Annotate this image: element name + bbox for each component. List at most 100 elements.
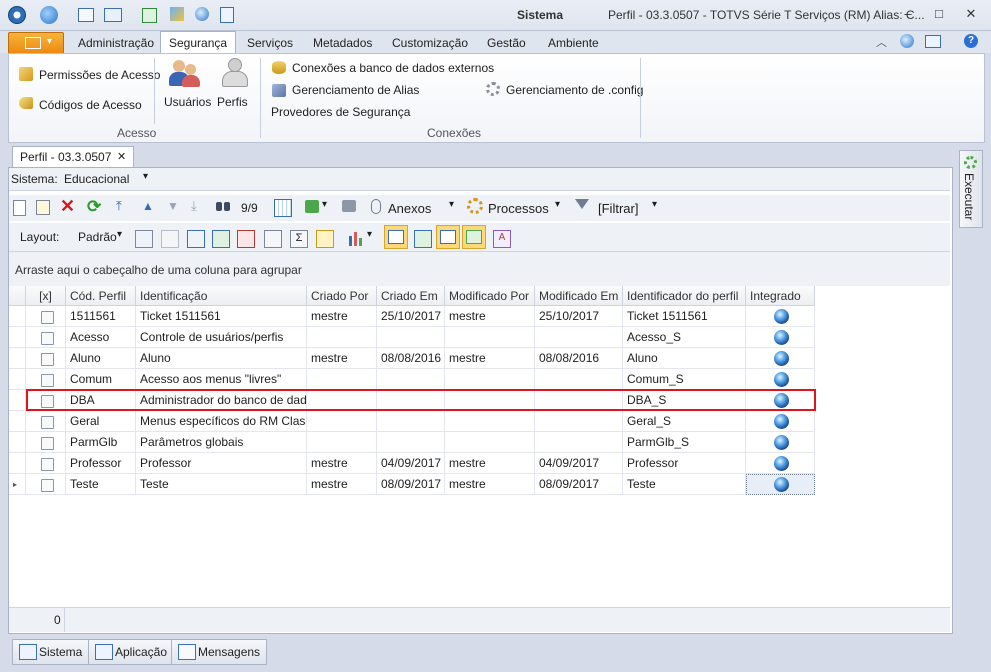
col-header-criado-em[interactable]: Criado Em bbox=[377, 286, 445, 306]
cell-criado-por[interactable]: mestre bbox=[307, 306, 377, 327]
cell-modificado-em[interactable] bbox=[535, 411, 623, 432]
cell-modificado-por[interactable] bbox=[445, 327, 535, 348]
web-icon[interactable] bbox=[900, 34, 914, 48]
chart-icon[interactable] bbox=[348, 230, 364, 246]
cell-identificador-perfil[interactable]: Teste bbox=[623, 474, 746, 495]
layout-select[interactable]: Padrão bbox=[78, 230, 117, 244]
app-menu-button[interactable]: ▾ bbox=[8, 32, 64, 54]
layout-delete-icon[interactable] bbox=[161, 230, 179, 248]
cell-modificado-por[interactable]: mestre bbox=[445, 348, 535, 369]
chevron-down-icon[interactable]: ▾ bbox=[143, 171, 148, 182]
cell-cod-perfil[interactable]: Geral bbox=[66, 411, 136, 432]
edit-icon[interactable] bbox=[36, 200, 50, 215]
calendar-grid-icon[interactable] bbox=[274, 199, 292, 217]
doc-tab-close-button[interactable]: ✕ bbox=[117, 150, 126, 163]
cell-criado-por[interactable]: mestre bbox=[307, 348, 377, 369]
last-record-icon[interactable]: ⤓ bbox=[191, 198, 207, 214]
web-icon[interactable] bbox=[195, 7, 209, 21]
sort-icon[interactable] bbox=[264, 230, 282, 248]
cell-modificado-em[interactable]: 04/09/2017 bbox=[535, 453, 623, 474]
view-grid-toggle[interactable] bbox=[384, 225, 408, 249]
usuarios-button[interactable]: Usuários bbox=[164, 95, 211, 109]
minimize-button[interactable]: – bbox=[898, 6, 918, 24]
cell-modificado-por[interactable] bbox=[445, 411, 535, 432]
tab-gestao[interactable]: Gestão bbox=[479, 33, 534, 53]
gerenciamento-config-button[interactable]: Gerenciamento de .config bbox=[506, 83, 643, 97]
cell-cod-perfil[interactable]: 1511561 bbox=[66, 306, 136, 327]
tab-seguranca[interactable]: Segurança bbox=[160, 31, 237, 54]
tab-servicos[interactable]: Serviços bbox=[239, 33, 301, 53]
col-header-integrado[interactable]: Integrado bbox=[746, 286, 815, 306]
tools-icon[interactable] bbox=[170, 7, 184, 21]
cell-identificacao[interactable]: Aluno bbox=[136, 348, 307, 369]
cell-identificador-perfil[interactable]: ParmGlb_S bbox=[623, 432, 746, 453]
col-header-criado-por[interactable]: Criado Por bbox=[307, 286, 377, 306]
close-button[interactable]: ✕ bbox=[961, 6, 981, 24]
tab-metadados[interactable]: Metadados bbox=[305, 33, 380, 53]
cell-criado-por[interactable] bbox=[307, 327, 377, 348]
cell-criado-em[interactable] bbox=[377, 369, 445, 390]
provedores-de-seguranca-button[interactable]: Provedores de Segurança bbox=[271, 105, 410, 119]
cell-criado-por[interactable] bbox=[307, 432, 377, 453]
row-indicator[interactable] bbox=[9, 306, 26, 327]
chevron-down-icon[interactable]: ▾ bbox=[117, 229, 122, 240]
row-checkbox[interactable] bbox=[41, 416, 54, 429]
doc-tab-perfil[interactable]: Perfil - 03.3.0507 ✕ bbox=[12, 146, 134, 168]
chevron-down-icon[interactable]: ▾ bbox=[449, 199, 454, 210]
highlight-icon[interactable] bbox=[316, 230, 334, 248]
chevron-down-icon[interactable]: ▾ bbox=[322, 199, 327, 210]
col-header-modificado-por[interactable]: Modificado Por bbox=[445, 286, 535, 306]
app-logo-icon[interactable] bbox=[8, 6, 26, 24]
tab-administracao[interactable]: Administração bbox=[70, 33, 162, 53]
row-indicator[interactable] bbox=[9, 390, 26, 411]
view-preview-toggle[interactable] bbox=[462, 225, 486, 249]
cell-identificacao[interactable]: Acesso aos menus "livres" bbox=[136, 369, 307, 390]
row-indicator[interactable] bbox=[9, 327, 26, 348]
layout-import-icon[interactable] bbox=[212, 230, 230, 248]
conexoes-bd-externos-button[interactable]: Conexões a banco de dados externos bbox=[292, 61, 494, 75]
cell-cod-perfil[interactable]: Teste bbox=[66, 474, 136, 495]
cell-cod-perfil[interactable]: Professor bbox=[66, 453, 136, 474]
globe-menu-icon[interactable] bbox=[40, 6, 58, 24]
col-header-identificacao[interactable]: Identificação bbox=[136, 286, 307, 306]
view-form-icon[interactable] bbox=[414, 230, 432, 248]
cell-criado-em[interactable]: 08/09/2017 bbox=[377, 474, 445, 495]
row-checkbox[interactable] bbox=[41, 353, 54, 366]
bottom-tab-aplicacao[interactable]: Aplicação bbox=[88, 639, 175, 665]
cell-criado-por[interactable] bbox=[307, 369, 377, 390]
help-icon[interactable]: ? bbox=[964, 34, 978, 48]
cell-criado-por[interactable]: mestre bbox=[307, 453, 377, 474]
cell-cod-perfil[interactable]: ParmGlb bbox=[66, 432, 136, 453]
layout-export-icon[interactable] bbox=[237, 230, 255, 248]
cell-identificador-perfil[interactable]: Ticket 1511561 bbox=[623, 306, 746, 327]
previous-record-icon[interactable]: ▲ bbox=[142, 198, 158, 214]
codigos-de-acesso-button[interactable]: Códigos de Acesso bbox=[39, 98, 142, 112]
chevron-down-icon[interactable]: ▾ bbox=[555, 199, 560, 210]
print-icon[interactable] bbox=[342, 200, 356, 212]
processos-button[interactable]: Processos bbox=[488, 201, 549, 216]
window-icon[interactable] bbox=[78, 8, 94, 22]
cell-criado-em[interactable]: 25/10/2017 bbox=[377, 306, 445, 327]
row-indicator[interactable] bbox=[9, 432, 26, 453]
row-checkbox[interactable] bbox=[41, 332, 54, 345]
cell-criado-por[interactable]: mestre bbox=[307, 474, 377, 495]
cell-criado-em[interactable] bbox=[377, 327, 445, 348]
row-checkbox[interactable] bbox=[41, 437, 54, 450]
row-checkbox[interactable] bbox=[41, 311, 54, 324]
cell-modificado-em[interactable]: 25/10/2017 bbox=[535, 306, 623, 327]
delete-icon[interactable]: ✕ bbox=[60, 196, 76, 216]
cell-identificacao[interactable]: Teste bbox=[136, 474, 307, 495]
bottom-tab-mensagens[interactable]: Mensagens bbox=[171, 639, 268, 665]
layout-icon[interactable] bbox=[104, 8, 122, 22]
export-icon[interactable] bbox=[305, 200, 319, 213]
sum-icon[interactable]: Σ bbox=[290, 230, 308, 248]
sistema-select[interactable]: Educacional bbox=[64, 172, 129, 186]
cell-modificado-por[interactable]: mestre bbox=[445, 453, 535, 474]
tab-ambiente[interactable]: Ambiente bbox=[540, 33, 607, 53]
cell-identificacao[interactable]: Controle de usuários/perfis bbox=[136, 327, 307, 348]
row-indicator[interactable] bbox=[9, 453, 26, 474]
cell-criado-em[interactable]: 08/08/2016 bbox=[377, 348, 445, 369]
gerenciamento-de-alias-button[interactable]: Gerenciamento de Alias bbox=[292, 83, 419, 97]
next-record-icon[interactable]: ▼ bbox=[167, 198, 183, 214]
chevron-down-icon[interactable]: ▾ bbox=[652, 199, 657, 210]
